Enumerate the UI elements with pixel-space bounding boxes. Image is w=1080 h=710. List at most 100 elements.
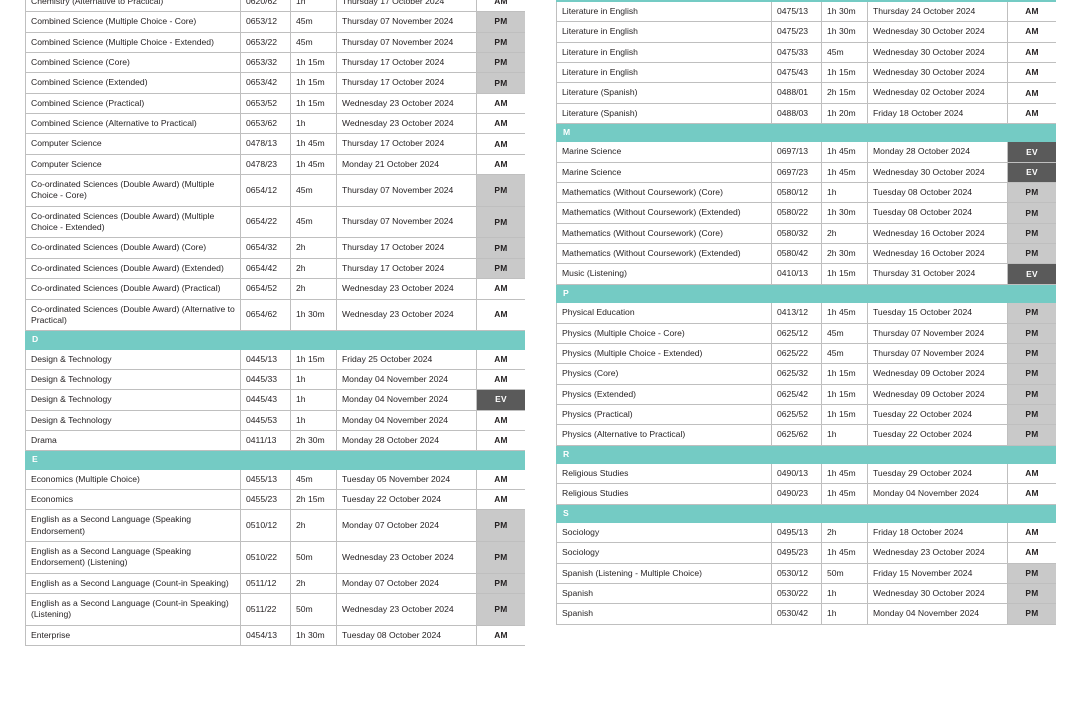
- syllabus-name-cell: Economics: [25, 488, 241, 511]
- duration-cell: 45m: [821, 41, 868, 64]
- table-row: Combined Science (Alternative to Practic…: [25, 113, 525, 135]
- syllabus-code-cell: 0580/22: [771, 202, 822, 224]
- syllabus-code-cell: 0625/32: [771, 363, 822, 385]
- session-badge-cell: PM: [1007, 383, 1056, 405]
- table-row: Religious Studies 0490/23 1h 45m Monday 04 …: [556, 483, 1056, 505]
- syllabus-code-cell: 0455/23: [240, 488, 291, 511]
- duration-cell: 2h 15m: [821, 82, 868, 104]
- exam-date-cell: Thursday 07 November 2024: [336, 205, 477, 239]
- syllabus-code-cell: 0511/12: [240, 572, 291, 595]
- duration-cell: 45m: [290, 174, 337, 207]
- syllabus-code-cell: 0697/23: [771, 161, 822, 184]
- session-badge-cell: AM: [476, 278, 525, 300]
- exam-date-cell: Tuesday 08 October 2024: [336, 624, 477, 647]
- duration-cell: 50m: [290, 593, 337, 626]
- exam-date-cell: Monday 04 November 2024: [336, 389, 477, 411]
- session-badge-cell: PM: [476, 31, 525, 54]
- duration-cell: 1h 30m: [290, 624, 337, 647]
- syllabus-name-cell: Co-ordinated Sciences (Double Award) (Mu…: [25, 174, 241, 207]
- exam-date-cell: Friday 15 November 2024: [867, 562, 1008, 584]
- syllabus-name-cell: Spanish: [556, 582, 772, 605]
- session-badge-cell: EV: [1007, 161, 1056, 184]
- section-letter: E: [25, 450, 525, 470]
- syllabus-name-cell: Spanish (Listening - Multiple Choice): [556, 562, 772, 584]
- session-badge-cell: AM: [476, 153, 525, 176]
- syllabus-name-cell: Mathematics (Without Coursework) (Core): [556, 182, 772, 204]
- exam-date-cell: Thursday 07 November 2024: [336, 11, 477, 33]
- session-badge-cell: PM: [1007, 562, 1056, 584]
- syllabus-name-cell: Physics (Practical): [556, 403, 772, 426]
- syllabus-code-cell: 0495/23: [771, 542, 822, 564]
- syllabus-code-cell: 0620/62: [240, 0, 291, 13]
- syllabus-name-cell: English as a Second Language (Speaking E…: [25, 540, 241, 574]
- syllabus-table-right: Literature in English 0475/13 1h 30m Thursd…: [556, 0, 1056, 625]
- syllabus-code-cell: 0445/43: [240, 389, 291, 411]
- session-badge-cell: PM: [476, 72, 525, 94]
- syllabus-code-cell: 0511/22: [240, 593, 291, 626]
- duration-cell: 1h 45m: [821, 161, 868, 184]
- exam-date-cell: Tuesday 22 October 2024: [867, 403, 1008, 426]
- syllabus-code-cell: 0455/13: [240, 468, 291, 490]
- session-badge-cell: AM: [476, 298, 525, 332]
- syllabus-name-cell: Literature in English: [556, 62, 772, 84]
- session-badge-cell: PM: [1007, 403, 1056, 426]
- session-badge-cell: PM: [476, 572, 525, 595]
- syllabus-code-cell: 0580/12: [771, 182, 822, 204]
- syllabus-name-cell: Mathematics (Without Coursework) (Extend…: [556, 202, 772, 224]
- exam-date-cell: Wednesday 30 October 2024: [867, 41, 1008, 64]
- syllabus-code-cell: 0625/52: [771, 403, 822, 426]
- session-badge-cell: AM: [1007, 102, 1056, 125]
- table-row: Marine Science 0697/23 1h 45m Wednesday 30 …: [556, 161, 1056, 184]
- duration-cell: 2h: [290, 257, 337, 280]
- syllabus-name-cell: Physics (Multiple Choice - Extended): [556, 342, 772, 365]
- duration-cell: 2h 30m: [290, 429, 337, 452]
- syllabus-code-cell: 0625/62: [771, 424, 822, 446]
- syllabus-code-cell: 0653/42: [240, 72, 291, 94]
- table-row: Design & Technology 0445/33 1h Monday 04 No…: [25, 368, 525, 391]
- table-row: Physical Education 0413/12 1h 45m Tuesday 1…: [556, 302, 1056, 324]
- table-row: Co-ordinated Sciences (Double Award) (Pr…: [25, 278, 525, 300]
- duration-cell: 1h: [290, 0, 337, 13]
- exam-date-cell: Tuesday 08 October 2024: [867, 182, 1008, 204]
- table-row: Literature in English 0475/13 1h 30m Thursd…: [556, 0, 1056, 23]
- syllabus-name-cell: Sociology: [556, 542, 772, 564]
- exam-date-cell: Wednesday 30 October 2024: [867, 21, 1008, 43]
- duration-cell: 1h 15m: [290, 348, 337, 370]
- table-row: Spanish 0530/22 1h Wednesday 30 October 202…: [556, 582, 1056, 605]
- session-badge-cell: PM: [1007, 222, 1056, 245]
- syllabus-name-cell: Combined Science (Alternative to Practic…: [25, 113, 241, 135]
- exam-date-cell: Wednesday 23 October 2024: [336, 593, 477, 626]
- exam-date-cell: Wednesday 09 October 2024: [867, 383, 1008, 405]
- syllabus-name-cell: Marine Science: [556, 161, 772, 184]
- table-row: English as a Second Language (Speaking E…: [25, 509, 525, 542]
- session-badge-cell: PM: [476, 509, 525, 542]
- syllabus-code-cell: 0580/42: [771, 243, 822, 265]
- exam-date-cell: Monday 07 October 2024: [336, 572, 477, 595]
- syllabus-name-cell: Co-ordinated Sciences (Double Award) (Pr…: [25, 278, 241, 300]
- duration-cell: 45m: [290, 205, 337, 239]
- table-row: Literature (Spanish) 0488/01 2h 15m Wednesd…: [556, 82, 1056, 104]
- duration-cell: 1h: [821, 424, 868, 446]
- session-badge-cell: AM: [1007, 41, 1056, 64]
- session-badge-cell: AM: [476, 113, 525, 135]
- section-letter: M: [556, 123, 1056, 143]
- table-row: Sociology 0495/23 1h 45m Wednesday 23 Octob…: [556, 542, 1056, 564]
- table-row: English as a Second Language (Speaking E…: [25, 540, 525, 574]
- table-row: Chemistry (Alternative to Practical) 0620…: [25, 0, 525, 13]
- exam-date-cell: Thursday 07 November 2024: [336, 174, 477, 207]
- table-row: Combined Science (Multiple Choice - Exte…: [25, 31, 525, 54]
- exam-date-cell: Monday 28 October 2024: [336, 429, 477, 452]
- syllabus-name-cell: Music (Listening): [556, 263, 772, 285]
- duration-cell: 2h: [290, 509, 337, 542]
- syllabus-code-cell: 0413/12: [771, 302, 822, 324]
- session-badge-cell: AM: [476, 429, 525, 452]
- duration-cell: 1h 45m: [821, 462, 868, 485]
- duration-cell: 1h 45m: [290, 133, 337, 155]
- table-row: English as a Second Language (Count-in S…: [25, 572, 525, 595]
- duration-cell: 1h 30m: [290, 298, 337, 332]
- session-badge-cell: PM: [476, 174, 525, 207]
- session-badge-cell: AM: [476, 0, 525, 13]
- syllabus-code-cell: 0625/12: [771, 322, 822, 344]
- syllabus-code-cell: 0475/13: [771, 0, 822, 23]
- syllabus-code-cell: 0654/42: [240, 257, 291, 280]
